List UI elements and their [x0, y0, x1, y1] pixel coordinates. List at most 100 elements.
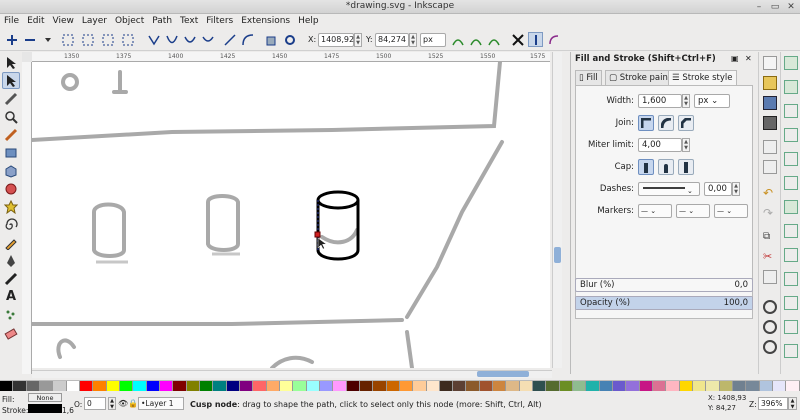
- palette-swatch[interactable]: [93, 381, 107, 391]
- palette-swatch[interactable]: [386, 381, 400, 391]
- palette-swatch[interactable]: [426, 381, 440, 391]
- cusp-node-icon[interactable]: [146, 32, 161, 47]
- end-marker-select[interactable]: — ⌄: [714, 204, 748, 218]
- cap-square-icon[interactable]: [678, 159, 694, 175]
- node-tool-icon[interactable]: [2, 72, 20, 89]
- palette-swatch[interactable]: [306, 381, 320, 391]
- mid-marker-select[interactable]: — ⌄: [676, 204, 710, 218]
- palette-swatch[interactable]: [173, 381, 187, 391]
- zoom-field[interactable]: 396%: [758, 397, 788, 410]
- palette-swatch[interactable]: [226, 381, 240, 391]
- ellipse-tool-icon[interactable]: [2, 180, 20, 197]
- snap-bbox-icon[interactable]: [784, 80, 798, 94]
- palette-swatch[interactable]: [706, 381, 720, 391]
- palette-swatch[interactable]: [13, 381, 27, 391]
- palette-swatch[interactable]: [133, 381, 147, 391]
- selector-tool-icon[interactable]: [2, 54, 20, 71]
- palette-swatch[interactable]: [493, 381, 507, 391]
- palette-swatch[interactable]: [66, 381, 80, 391]
- snap-midpoint-icon[interactable]: [784, 320, 798, 334]
- spray-tool-icon[interactable]: [2, 306, 20, 323]
- menu-help[interactable]: Help: [294, 14, 323, 29]
- palette-swatch[interactable]: [559, 381, 574, 391]
- layer-visibility-icon[interactable]: 👁: [118, 399, 128, 408]
- zoom-page-icon[interactable]: [763, 340, 777, 354]
- palette-swatch[interactable]: [759, 381, 774, 391]
- show-handles-icon[interactable]: [450, 32, 465, 47]
- join-nodes-icon[interactable]: [60, 32, 75, 47]
- export-icon[interactable]: [763, 160, 777, 174]
- zoom-tool-icon[interactable]: [2, 108, 20, 125]
- palette-swatch[interactable]: [639, 381, 654, 391]
- tab-stroke-paint[interactable]: ▢ Stroke paint: [605, 70, 676, 85]
- palette-swatch[interactable]: [253, 381, 267, 391]
- smooth-node-icon[interactable]: [164, 32, 179, 47]
- maximize-icon[interactable]: ▭: [770, 2, 780, 12]
- vertical-ruler[interactable]: [22, 62, 32, 374]
- cusp-node-handle[interactable]: [314, 231, 321, 238]
- width-spinner[interactable]: ▲ ▼: [682, 94, 690, 108]
- cap-round-icon[interactable]: [658, 159, 674, 175]
- auto-smooth-icon[interactable]: [200, 32, 215, 47]
- menu-layer[interactable]: Layer: [78, 14, 111, 29]
- open-folder-icon[interactable]: [763, 76, 777, 90]
- redo-icon[interactable]: ↷: [763, 206, 777, 220]
- delete-node-icon[interactable]: [22, 32, 37, 47]
- menu-extensions[interactable]: Extensions: [237, 14, 294, 29]
- opacity-slider[interactable]: Opacity (%) 100,0: [575, 296, 753, 310]
- print-icon[interactable]: [763, 116, 777, 130]
- palette-swatch[interactable]: [333, 381, 347, 391]
- palette-swatch[interactable]: [199, 381, 214, 391]
- tweak-tool-icon[interactable]: [2, 90, 20, 107]
- palette-swatch[interactable]: [786, 381, 800, 391]
- stroke-to-path-icon[interactable]: [282, 32, 297, 47]
- cut-icon[interactable]: ✂: [763, 250, 777, 264]
- text-tool-icon[interactable]: A: [2, 288, 20, 305]
- palette-swatch[interactable]: [626, 381, 640, 391]
- palette-swatch[interactable]: [119, 381, 134, 391]
- paste-icon[interactable]: [763, 270, 777, 284]
- palette-swatch[interactable]: [666, 381, 680, 391]
- star-tool-icon[interactable]: [2, 198, 20, 215]
- palette-swatch[interactable]: [399, 381, 414, 391]
- palette-swatch[interactable]: [0, 381, 14, 391]
- rectangle-tool-icon[interactable]: [2, 144, 20, 161]
- new-document-icon[interactable]: [763, 56, 777, 70]
- dash-offset-spinner[interactable]: ▲ ▼: [732, 182, 740, 196]
- menu-text[interactable]: Text: [176, 14, 202, 29]
- palette-swatch[interactable]: [719, 381, 734, 391]
- palette-swatch[interactable]: [293, 381, 307, 391]
- join-bevel-icon[interactable]: [678, 115, 694, 131]
- pencil-tool-icon[interactable]: [2, 234, 20, 251]
- stroke-indicator[interactable]: [28, 404, 62, 413]
- blur-slider[interactable]: Blur (%) 0,0: [575, 278, 753, 292]
- dash-offset-field[interactable]: 0,00: [704, 182, 732, 196]
- palette-swatch[interactable]: [279, 381, 294, 391]
- palette-swatch[interactable]: [573, 381, 587, 391]
- opacity-spinner[interactable]: ▲ ▼: [108, 397, 116, 410]
- palette-swatch[interactable]: [693, 381, 707, 391]
- copy-icon[interactable]: ⧉: [763, 230, 777, 244]
- snap-nodes-icon[interactable]: [784, 200, 798, 214]
- zoom-drawing-icon[interactable]: [763, 320, 777, 334]
- snap-paths-icon[interactable]: [784, 224, 798, 238]
- menu-view[interactable]: View: [49, 14, 78, 29]
- palette-swatch[interactable]: [533, 381, 547, 391]
- snap-bbox-corner-icon[interactable]: [784, 128, 798, 142]
- palette-swatch[interactable]: [439, 381, 454, 391]
- palette-swatch[interactable]: [773, 381, 787, 391]
- palette-swatch[interactable]: [413, 381, 427, 391]
- save-icon[interactable]: [763, 96, 777, 110]
- width-field[interactable]: 1,600: [638, 94, 682, 108]
- snap-bbox-midpoint-icon[interactable]: [784, 152, 798, 166]
- tab-fill[interactable]: ▯ Fill: [575, 70, 602, 85]
- snap-intersections-icon[interactable]: [784, 248, 798, 262]
- join-segment-icon[interactable]: [100, 32, 115, 47]
- palette-swatch[interactable]: [79, 381, 94, 391]
- show-handles-toggle-icon[interactable]: [528, 32, 543, 47]
- show-path-effect-icon[interactable]: [486, 32, 501, 47]
- dropdown-arrow-icon[interactable]: [40, 32, 55, 47]
- snap-page-icon[interactable]: [784, 344, 798, 358]
- palette-swatch[interactable]: [479, 381, 494, 391]
- palette-swatch[interactable]: [653, 381, 667, 391]
